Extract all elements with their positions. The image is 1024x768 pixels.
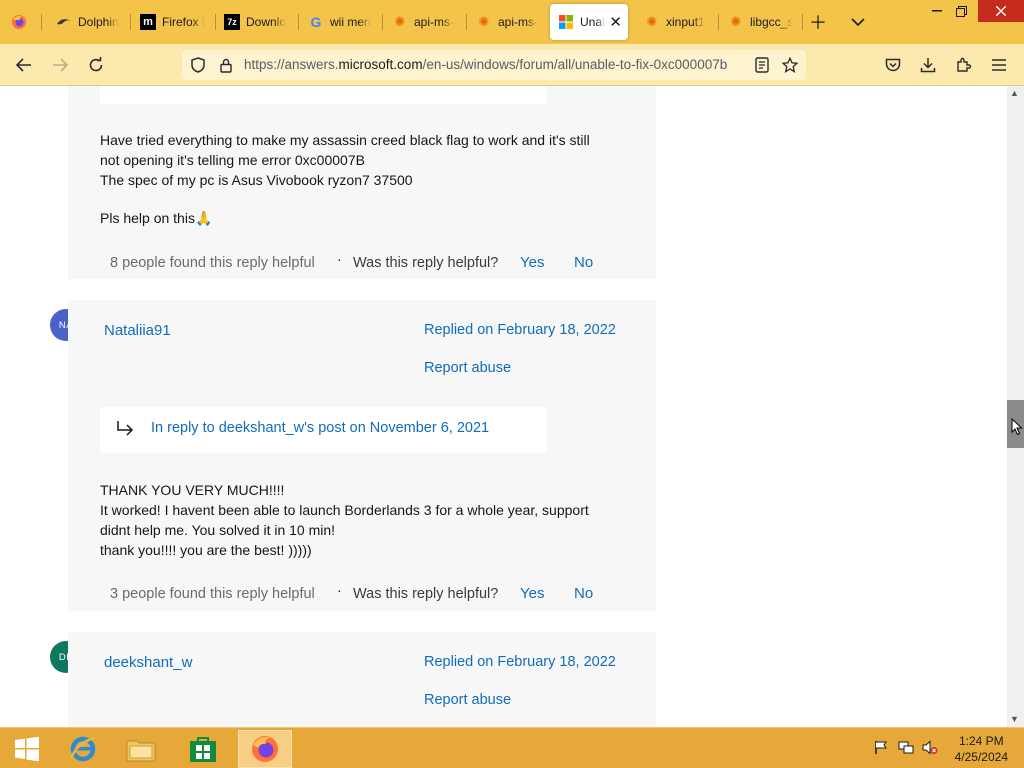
vertical-scrollbar[interactable]: ▲ ▼ xyxy=(1007,86,1024,727)
body-line: not opening it's telling me error 0xc000… xyxy=(100,152,365,168)
forward-arrow-icon[interactable] xyxy=(46,51,74,79)
clock-time: 1:24 PM xyxy=(958,734,1004,748)
helpful-count: 3 people found this reply helpful xyxy=(110,586,315,602)
body-line: It worked! I havent been able to launch … xyxy=(100,502,589,518)
url-bar[interactable]: https://answers.microsoft.com/en-us/wind… xyxy=(182,50,806,80)
firefox-menu-icon[interactable] xyxy=(5,8,33,36)
tab-label: Downlo xyxy=(246,15,287,29)
url-text[interactable]: https://answers.microsoft.com/en-us/wind… xyxy=(244,57,744,72)
restore-icon[interactable] xyxy=(944,0,978,22)
reply-body: THANK YOU VERY MUCH!!!! It worked! I hav… xyxy=(100,480,589,560)
helpful-question: Was this reply helpful? xyxy=(353,255,499,271)
tab-label: xinput1 xyxy=(666,15,705,29)
username-link[interactable]: Nataliia91 xyxy=(104,322,171,339)
tab-label: wii men xyxy=(330,15,371,29)
close-tab-icon[interactable]: ✕ xyxy=(609,13,622,31)
list-tabs-chevron-icon[interactable] xyxy=(844,8,872,36)
body-line: Have tried everything to make my assassi… xyxy=(100,132,590,148)
report-abuse-link[interactable]: Report abuse xyxy=(424,360,511,376)
tab-libgcc[interactable]: ✺ libgcc_s xyxy=(720,4,800,40)
pocket-icon[interactable] xyxy=(879,51,907,79)
gear-orange-icon: ✺ xyxy=(730,14,742,29)
reply-date-link[interactable]: Replied on February 18, 2022 xyxy=(424,654,616,670)
google-g-icon: G xyxy=(310,14,322,30)
helpful-question: Was this reply helpful? xyxy=(353,586,499,602)
in-reply-link[interactable]: In reply to deekshant_w's post on Novemb… xyxy=(151,420,489,436)
extensions-puzzle-icon[interactable] xyxy=(950,51,978,79)
action-center-flag-icon[interactable] xyxy=(874,740,888,758)
firefox-taskbar-icon[interactable] xyxy=(238,730,292,768)
file-explorer-folder-icon[interactable] xyxy=(114,730,168,768)
tab-strip: Dolphin m Firefox l 7z Downlo G wii men … xyxy=(0,0,1024,44)
reader-view-icon[interactable] xyxy=(748,51,776,79)
tab-api-ms-1[interactable]: ✺ api-ms- xyxy=(384,4,464,40)
body-line: thank you!!!! you are the best! ))))) xyxy=(100,542,312,558)
report-abuse-link[interactable]: Report abuse xyxy=(424,692,511,708)
yes-button[interactable]: Yes xyxy=(520,585,544,602)
reply-card xyxy=(68,300,656,611)
scroll-up-arrow-icon[interactable]: ▲ xyxy=(1010,88,1019,98)
tab-label: Unal xyxy=(580,15,605,29)
no-button[interactable]: No xyxy=(574,585,593,602)
7zip-icon: 7z xyxy=(224,14,240,30)
back-arrow-icon[interactable] xyxy=(10,51,38,79)
helpful-count: 8 people found this reply helpful xyxy=(110,255,315,271)
window-close-icon[interactable] xyxy=(978,0,1024,22)
reply-arrow-icon xyxy=(116,420,134,441)
windows-store-icon[interactable] xyxy=(176,730,230,768)
tab-download[interactable]: 7z Downlo xyxy=(216,4,296,40)
quote-box xyxy=(100,86,546,104)
tab-label: libgcc_s xyxy=(750,15,794,29)
taskbar: 1:24 PM 4/25/2024 xyxy=(0,727,1024,768)
new-tab-icon[interactable]: ＋ xyxy=(804,8,832,36)
yes-button[interactable]: Yes xyxy=(520,254,544,271)
tab-dolphin[interactable]: Dolphin xyxy=(48,4,126,40)
body-line: didnt help me. You solved it in 10 min! xyxy=(100,522,336,538)
tab-label: Dolphin xyxy=(78,15,119,29)
gear-orange-icon: ✺ xyxy=(478,14,490,29)
start-windows-icon[interactable] xyxy=(0,730,54,768)
dot-separator: · xyxy=(337,251,342,267)
body-line: The spec of my pc is Asus Vivobook ryzon… xyxy=(100,172,413,188)
mouse-cursor-icon xyxy=(1011,417,1023,441)
lock-icon[interactable] xyxy=(212,51,240,79)
gear-orange-icon: ✺ xyxy=(646,14,658,29)
tracking-protection-shield-icon[interactable] xyxy=(184,51,212,79)
internet-explorer-icon[interactable] xyxy=(56,730,110,768)
helpful-row: 8 people found this reply helpful xyxy=(110,255,315,271)
tab-label: api-ms- xyxy=(498,15,539,29)
tab-api-ms-2[interactable]: ✺ api-ms- xyxy=(468,4,548,40)
username-link[interactable]: deekshant_w xyxy=(104,654,192,671)
body-line: THANK YOU VERY MUCH!!!! xyxy=(100,482,285,498)
dolphin-icon xyxy=(56,14,72,30)
microsoft-logo-icon xyxy=(558,14,574,30)
gear-orange-icon: ✺ xyxy=(394,14,406,29)
bookmark-star-icon[interactable] xyxy=(776,51,804,79)
tab-label: Firefox l xyxy=(162,15,205,29)
no-button[interactable]: No xyxy=(574,254,593,271)
tab-google[interactable]: G wii men xyxy=(300,4,380,40)
page-content: Have tried everything to make my assassi… xyxy=(0,86,1007,727)
reply-body: Have tried everything to make my assassi… xyxy=(100,130,590,228)
tab-label: api-ms- xyxy=(414,15,455,29)
volume-muted-icon[interactable] xyxy=(922,740,938,758)
dot-separator: · xyxy=(337,582,342,598)
tab-xinput[interactable]: ✺ xinput1 xyxy=(636,4,716,40)
system-clock[interactable]: 1:24 PM 4/25/2024 xyxy=(955,733,1008,765)
scroll-down-arrow-icon[interactable]: ▼ xyxy=(1010,714,1019,724)
hamburger-menu-icon[interactable] xyxy=(985,51,1013,79)
navigation-toolbar: https://answers.microsoft.com/en-us/wind… xyxy=(0,44,1024,86)
reply-card xyxy=(68,632,656,727)
network-icon[interactable] xyxy=(898,740,914,758)
helpful-row: 3 people found this reply helpful xyxy=(110,586,315,602)
downloads-icon[interactable] xyxy=(914,51,942,79)
body-line: Pls help on this🙏 xyxy=(100,210,213,226)
mozilla-m-icon: m xyxy=(140,14,156,30)
tab-active-unable[interactable]: Unal ✕ xyxy=(550,4,628,40)
reply-date-link[interactable]: Replied on February 18, 2022 xyxy=(424,322,616,338)
reload-icon[interactable] xyxy=(82,51,110,79)
clock-date: 4/25/2024 xyxy=(954,750,1008,764)
tab-firefox[interactable]: m Firefox l xyxy=(132,4,212,40)
